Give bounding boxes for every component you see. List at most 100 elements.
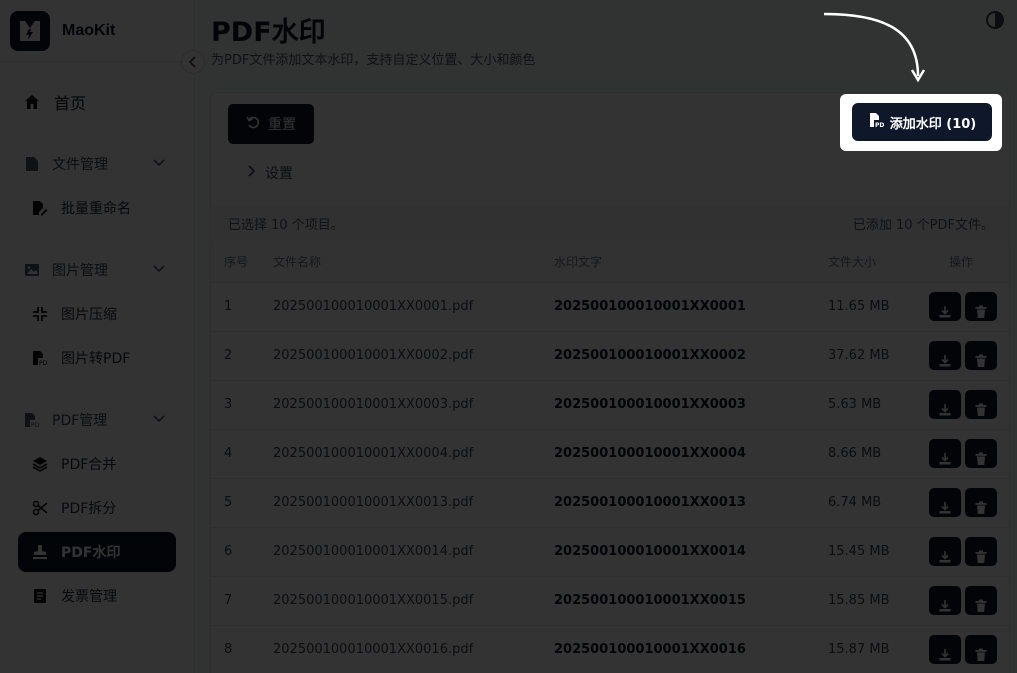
home-icon: [23, 93, 41, 111]
download-button[interactable]: [929, 537, 961, 566]
row-index: 2: [224, 348, 233, 363]
sidebar-item-label: 图片转PDF: [61, 351, 131, 367]
row-filename: 202500100010001XX0016.pdf: [273, 642, 474, 657]
delete-button[interactable]: [965, 292, 997, 321]
column-header-watermark: 水印文字: [554, 255, 603, 269]
file-edit-icon: [31, 199, 49, 217]
maokit-logo: [10, 10, 50, 51]
sidebar: MaoKit 首页 文件管理 批量重命名 图片管理 图片压缩 PD 图片转PDF…: [0, 0, 195, 673]
download-button[interactable]: [929, 292, 961, 321]
group-toggle-pdf[interactable]: PDF PDF管理: [18, 400, 176, 440]
row-filename: 202500100010001XX0014.pdf: [273, 544, 474, 559]
row-file-size: 15.85 MB: [828, 593, 890, 608]
group-file-management: 文件管理 批量重命名: [18, 144, 176, 228]
delete-button[interactable]: [965, 537, 997, 566]
delete-button[interactable]: [965, 390, 997, 419]
row-actions: [929, 292, 997, 321]
download-button[interactable]: [929, 341, 961, 370]
row-index: 4: [224, 446, 233, 461]
chevron-left-icon: [188, 53, 198, 72]
sidebar-item-pdf-split[interactable]: PDF拆分: [18, 488, 176, 528]
row-filename: 202500100010001XX0004.pdf: [273, 446, 474, 461]
app-name: MaoKit: [62, 21, 116, 39]
column-header-index: 序号: [224, 255, 249, 269]
row-actions: [929, 488, 997, 517]
table-body: 1 202500100010001XX0001.pdf 20250010001000…: [211, 283, 1009, 673]
sidebar-item-pdf-merge[interactable]: PDF合并: [18, 444, 176, 484]
sidebar-item-label: PDF水印: [61, 545, 121, 561]
reset-button[interactable]: 重置: [228, 104, 314, 144]
file-icon: [23, 155, 41, 173]
stamp-icon: [31, 543, 49, 561]
row-filename: 202500100010001XX0015.pdf: [273, 593, 474, 608]
delete-button[interactable]: [965, 439, 997, 468]
delete-button[interactable]: [965, 488, 997, 517]
sidebar-collapse-button[interactable]: [181, 50, 205, 74]
sidebar-item-batch-rename[interactable]: 批量重命名: [18, 188, 176, 228]
group-toggle-image[interactable]: 图片管理: [18, 250, 176, 290]
status-bar: 已选择 10 个项目。 已添加 10 个PDF文件。: [211, 205, 1009, 241]
row-filename: 202500100010001XX0002.pdf: [273, 348, 474, 363]
download-button[interactable]: [929, 586, 961, 615]
settings-label: 设置: [265, 166, 293, 182]
sidebar-item-invoice[interactable]: 发票管理: [18, 576, 176, 616]
page-subtitle: 为PDF文件添加文本水印，支持自定义位置、大小和颜色: [211, 53, 536, 68]
group-toggle-file[interactable]: 文件管理: [18, 144, 176, 184]
row-index: 7: [224, 593, 233, 608]
row-index: 5: [224, 495, 233, 510]
column-header-size: 文件大小: [828, 255, 877, 269]
sidebar-item-home[interactable]: 首页: [18, 82, 176, 122]
download-button[interactable]: [929, 488, 961, 517]
table-row: 3 202500100010001XX0003.pdf 20250010001000…: [211, 381, 1009, 430]
page-title: PDF水印: [211, 17, 326, 48]
sidebar-item-pdf-watermark[interactable]: PDF水印: [18, 532, 176, 572]
row-watermark-text: 202500100010001XX0014: [554, 544, 746, 559]
settings-toggle[interactable]: 设置: [247, 163, 293, 183]
row-watermark-text: 202500100010001XX0013: [554, 495, 746, 510]
invoice-icon: [31, 587, 49, 605]
row-file-size: 15.87 MB: [828, 642, 890, 657]
group-image-management: 图片管理 图片压缩 PDF 图片转PDF: [18, 250, 176, 378]
delete-button[interactable]: [965, 586, 997, 615]
chevron-right-icon: [247, 165, 256, 181]
group-pdf-management: PDF PDF管理 PDF合并 PDF拆分: [18, 400, 176, 616]
row-actions: [929, 341, 997, 370]
row-file-size: 15.45 MB: [828, 544, 890, 559]
group-label: 图片管理: [52, 263, 108, 279]
row-watermark-text: 202500100010001XX0002: [554, 348, 746, 363]
row-file-size: 8.66 MB: [828, 446, 882, 461]
chevron-down-icon: [152, 156, 166, 174]
download-button[interactable]: [929, 439, 961, 468]
sidebar-item-label: 首页: [54, 94, 87, 113]
delete-button[interactable]: [965, 341, 997, 370]
sidebar-item-label: 发票管理: [61, 589, 117, 605]
row-file-size: 11.65 MB: [828, 299, 890, 314]
pointer-arrow: [823, 12, 926, 83]
table-row: 8 202500100010001XX0016.pdf 20250010001000…: [211, 626, 1009, 673]
sidebar-item-label: PDF拆分: [61, 501, 117, 517]
download-button[interactable]: [929, 635, 961, 664]
table-row: 7 202500100010001XX0015.pdf 20250010001000…: [211, 577, 1009, 626]
row-index: 6: [224, 544, 233, 559]
pdf-file-icon: PDF: [31, 349, 49, 367]
row-watermark-text: 202500100010001XX0004: [554, 446, 746, 461]
table-row: 1 202500100010001XX0001.pdf 20250010001000…: [211, 283, 1009, 332]
row-watermark-text: 202500100010001XX0003: [554, 397, 746, 412]
svg-text:PDF: PDF: [39, 360, 48, 366]
trash-icon: [974, 635, 988, 673]
sidebar-item-image-to-pdf[interactable]: PDF 图片转PDF: [18, 338, 176, 378]
sidebar-item-image-compress[interactable]: 图片压缩: [18, 294, 176, 334]
download-button[interactable]: [929, 390, 961, 419]
image-icon: [23, 261, 41, 279]
row-actions: [929, 390, 997, 419]
group-label: 文件管理: [52, 157, 108, 173]
sidebar-item-label: 批量重命名: [61, 201, 131, 217]
row-actions: [929, 586, 997, 615]
svg-text:PDF: PDF: [875, 122, 884, 128]
spotlight-highlight: PDF 添加水印 (10): [840, 94, 1002, 151]
add-watermark-button[interactable]: PDF 添加水印 (10): [852, 103, 992, 141]
contrast-icon: [985, 11, 1005, 34]
theme-toggle-button[interactable]: [985, 10, 1005, 30]
reset-label: 重置: [268, 117, 296, 133]
delete-button[interactable]: [965, 635, 997, 664]
